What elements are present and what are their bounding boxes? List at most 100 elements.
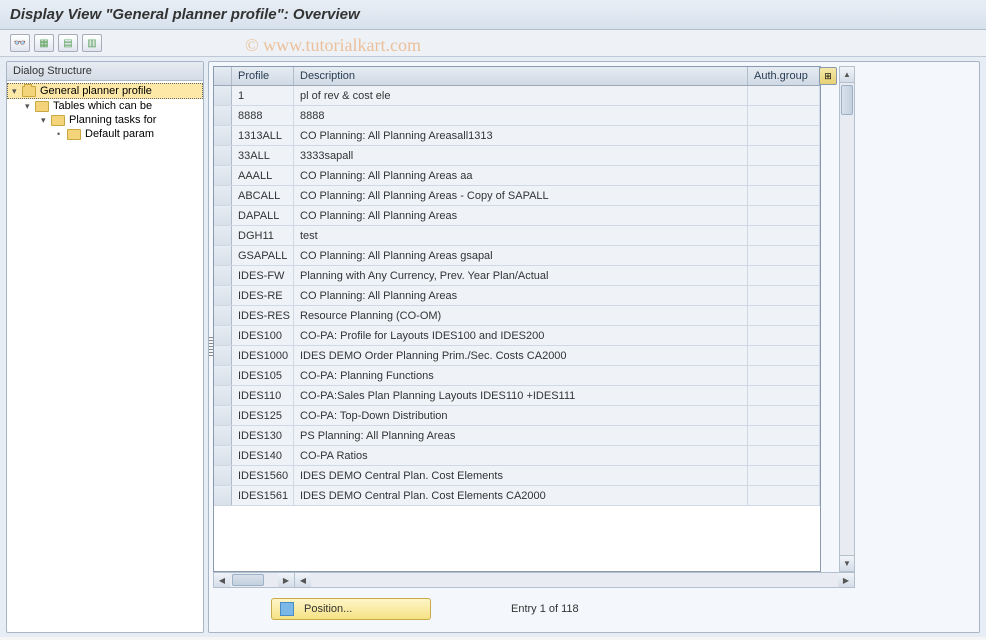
table-row[interactable]: IDES-RECO Planning: All Planning Areas <box>214 286 820 306</box>
table-row[interactable]: 1313ALLCO Planning: All Planning Areasal… <box>214 126 820 146</box>
row-selector[interactable] <box>214 86 232 105</box>
cell-auth-group[interactable] <box>748 446 820 465</box>
row-selector[interactable] <box>214 426 232 445</box>
cell-description[interactable]: test <box>294 226 748 245</box>
cell-profile[interactable]: 1313ALL <box>232 126 294 145</box>
scroll-thumb[interactable] <box>841 85 853 115</box>
table-row[interactable]: IDES105CO-PA: Planning Functions <box>214 366 820 386</box>
table-row[interactable]: IDES-FWPlanning with Any Currency, Prev.… <box>214 266 820 286</box>
cell-description[interactable]: Resource Planning (CO-OM) <box>294 306 748 325</box>
cell-profile[interactable]: 8888 <box>232 106 294 125</box>
cell-auth-group[interactable] <box>748 266 820 285</box>
cell-profile[interactable]: IDES1560 <box>232 466 294 485</box>
cell-auth-group[interactable] <box>748 306 820 325</box>
table-row[interactable]: DAPALLCO Planning: All Planning Areas <box>214 206 820 226</box>
h-track-left[interactable] <box>230 573 278 587</box>
cell-profile[interactable]: IDES140 <box>232 446 294 465</box>
row-selector[interactable] <box>214 346 232 365</box>
cell-description[interactable]: CO Planning: All Planning Areas gsapal <box>294 246 748 265</box>
h-scroll-right[interactable]: ◀ ▶ <box>294 572 855 588</box>
table-row[interactable]: 88888888 <box>214 106 820 126</box>
row-selector[interactable] <box>214 106 232 125</box>
cell-auth-group[interactable] <box>748 106 820 125</box>
row-selector[interactable] <box>214 446 232 465</box>
cell-auth-group[interactable] <box>748 246 820 265</box>
cell-auth-group[interactable] <box>748 406 820 425</box>
scroll-left-button-2[interactable]: ◀ <box>295 573 311 587</box>
cell-description[interactable]: 8888 <box>294 106 748 125</box>
table-row[interactable]: IDES1000IDES DEMO Order Planning Prim./S… <box>214 346 820 366</box>
cell-description[interactable]: CO-PA Ratios <box>294 446 748 465</box>
position-button[interactable]: Position... <box>271 598 431 620</box>
scroll-left-button[interactable]: ◀ <box>214 573 230 587</box>
table-row[interactable]: AAALLCO Planning: All Planning Areas aa <box>214 166 820 186</box>
cell-profile[interactable]: IDES-RES <box>232 306 294 325</box>
cell-description[interactable]: CO Planning: All Planning Areas - Copy o… <box>294 186 748 205</box>
cell-description[interactable]: IDES DEMO Central Plan. Cost Elements <box>294 466 748 485</box>
cell-auth-group[interactable] <box>748 486 820 505</box>
cell-auth-group[interactable] <box>748 206 820 225</box>
toolbar-btn-2[interactable]: ▦ <box>34 34 54 52</box>
row-selector[interactable] <box>214 386 232 405</box>
cell-auth-group[interactable] <box>748 366 820 385</box>
table-row[interactable]: IDES1560IDES DEMO Central Plan. Cost Ele… <box>214 466 820 486</box>
toolbar-btn-1[interactable]: 👓 <box>10 34 30 52</box>
row-selector[interactable] <box>214 466 232 485</box>
cell-description[interactable]: IDES DEMO Central Plan. Cost Elements CA… <box>294 486 748 505</box>
cell-auth-group[interactable] <box>748 186 820 205</box>
tree-item-tables[interactable]: ▾ Tables which can be <box>7 99 203 113</box>
tree-item-default-param[interactable]: • Default param <box>7 127 203 141</box>
tree-item-general-planner[interactable]: ▾ General planner profile <box>7 83 203 99</box>
row-selector[interactable] <box>214 486 232 505</box>
row-selector[interactable] <box>214 126 232 145</box>
cell-description[interactable]: CO-PA:Sales Plan Planning Layouts IDES11… <box>294 386 748 405</box>
scroll-down-button[interactable]: ▼ <box>840 555 854 571</box>
cell-profile[interactable]: IDES-FW <box>232 266 294 285</box>
scroll-right-button-2[interactable]: ▶ <box>838 573 854 587</box>
row-selector[interactable] <box>214 166 232 185</box>
cell-description[interactable]: pl of rev & cost ele <box>294 86 748 105</box>
row-selector[interactable] <box>214 286 232 305</box>
cell-profile[interactable]: GSAPALL <box>232 246 294 265</box>
cell-description[interactable]: CO-PA: Planning Functions <box>294 366 748 385</box>
cell-auth-group[interactable] <box>748 226 820 245</box>
table-row[interactable]: IDES110CO-PA:Sales Plan Planning Layouts… <box>214 386 820 406</box>
vertical-scrollbar[interactable]: ▲ ▼ <box>839 66 855 572</box>
cell-description[interactable]: 3333sapall <box>294 146 748 165</box>
table-row[interactable]: IDES-RESResource Planning (CO-OM) <box>214 306 820 326</box>
cell-profile[interactable]: IDES105 <box>232 366 294 385</box>
row-selector[interactable] <box>214 366 232 385</box>
table-settings-button[interactable]: ⊞ <box>819 67 837 85</box>
h-thumb-left[interactable] <box>232 574 264 586</box>
cell-profile[interactable]: 1 <box>232 86 294 105</box>
table-row[interactable]: IDES125CO-PA: Top-Down Distribution <box>214 406 820 426</box>
row-selector[interactable] <box>214 406 232 425</box>
h-scroll-left[interactable]: ◀ ▶ <box>213 572 295 588</box>
cell-description[interactable]: CO Planning: All Planning Areas <box>294 206 748 225</box>
column-profile[interactable]: Profile <box>232 67 294 85</box>
cell-description[interactable]: CO-PA: Top-Down Distribution <box>294 406 748 425</box>
cell-profile[interactable]: IDES1561 <box>232 486 294 505</box>
table-row[interactable]: 33ALL3333sapall <box>214 146 820 166</box>
cell-profile[interactable]: 33ALL <box>232 146 294 165</box>
scroll-right-button[interactable]: ▶ <box>278 573 294 587</box>
cell-auth-group[interactable] <box>748 166 820 185</box>
table-row[interactable]: GSAPALLCO Planning: All Planning Areas g… <box>214 246 820 266</box>
tree-toggle-icon[interactable]: ▾ <box>12 86 22 97</box>
cell-profile[interactable]: IDES1000 <box>232 346 294 365</box>
cell-description[interactable]: IDES DEMO Order Planning Prim./Sec. Cost… <box>294 346 748 365</box>
tree-toggle-icon[interactable]: ▾ <box>41 115 51 126</box>
cell-profile[interactable]: ABCALL <box>232 186 294 205</box>
cell-profile[interactable]: IDES130 <box>232 426 294 445</box>
cell-auth-group[interactable] <box>748 126 820 145</box>
table-row[interactable]: IDES140CO-PA Ratios <box>214 446 820 466</box>
cell-description[interactable]: CO-PA: Profile for Layouts IDES100 and I… <box>294 326 748 345</box>
row-selector[interactable] <box>214 226 232 245</box>
cell-auth-group[interactable] <box>748 286 820 305</box>
column-description[interactable]: Description <box>294 67 748 85</box>
cell-auth-group[interactable] <box>748 386 820 405</box>
cell-auth-group[interactable] <box>748 86 820 105</box>
scroll-track[interactable] <box>840 83 854 555</box>
cell-description[interactable]: CO Planning: All Planning Areas <box>294 286 748 305</box>
cell-profile[interactable]: AAALL <box>232 166 294 185</box>
